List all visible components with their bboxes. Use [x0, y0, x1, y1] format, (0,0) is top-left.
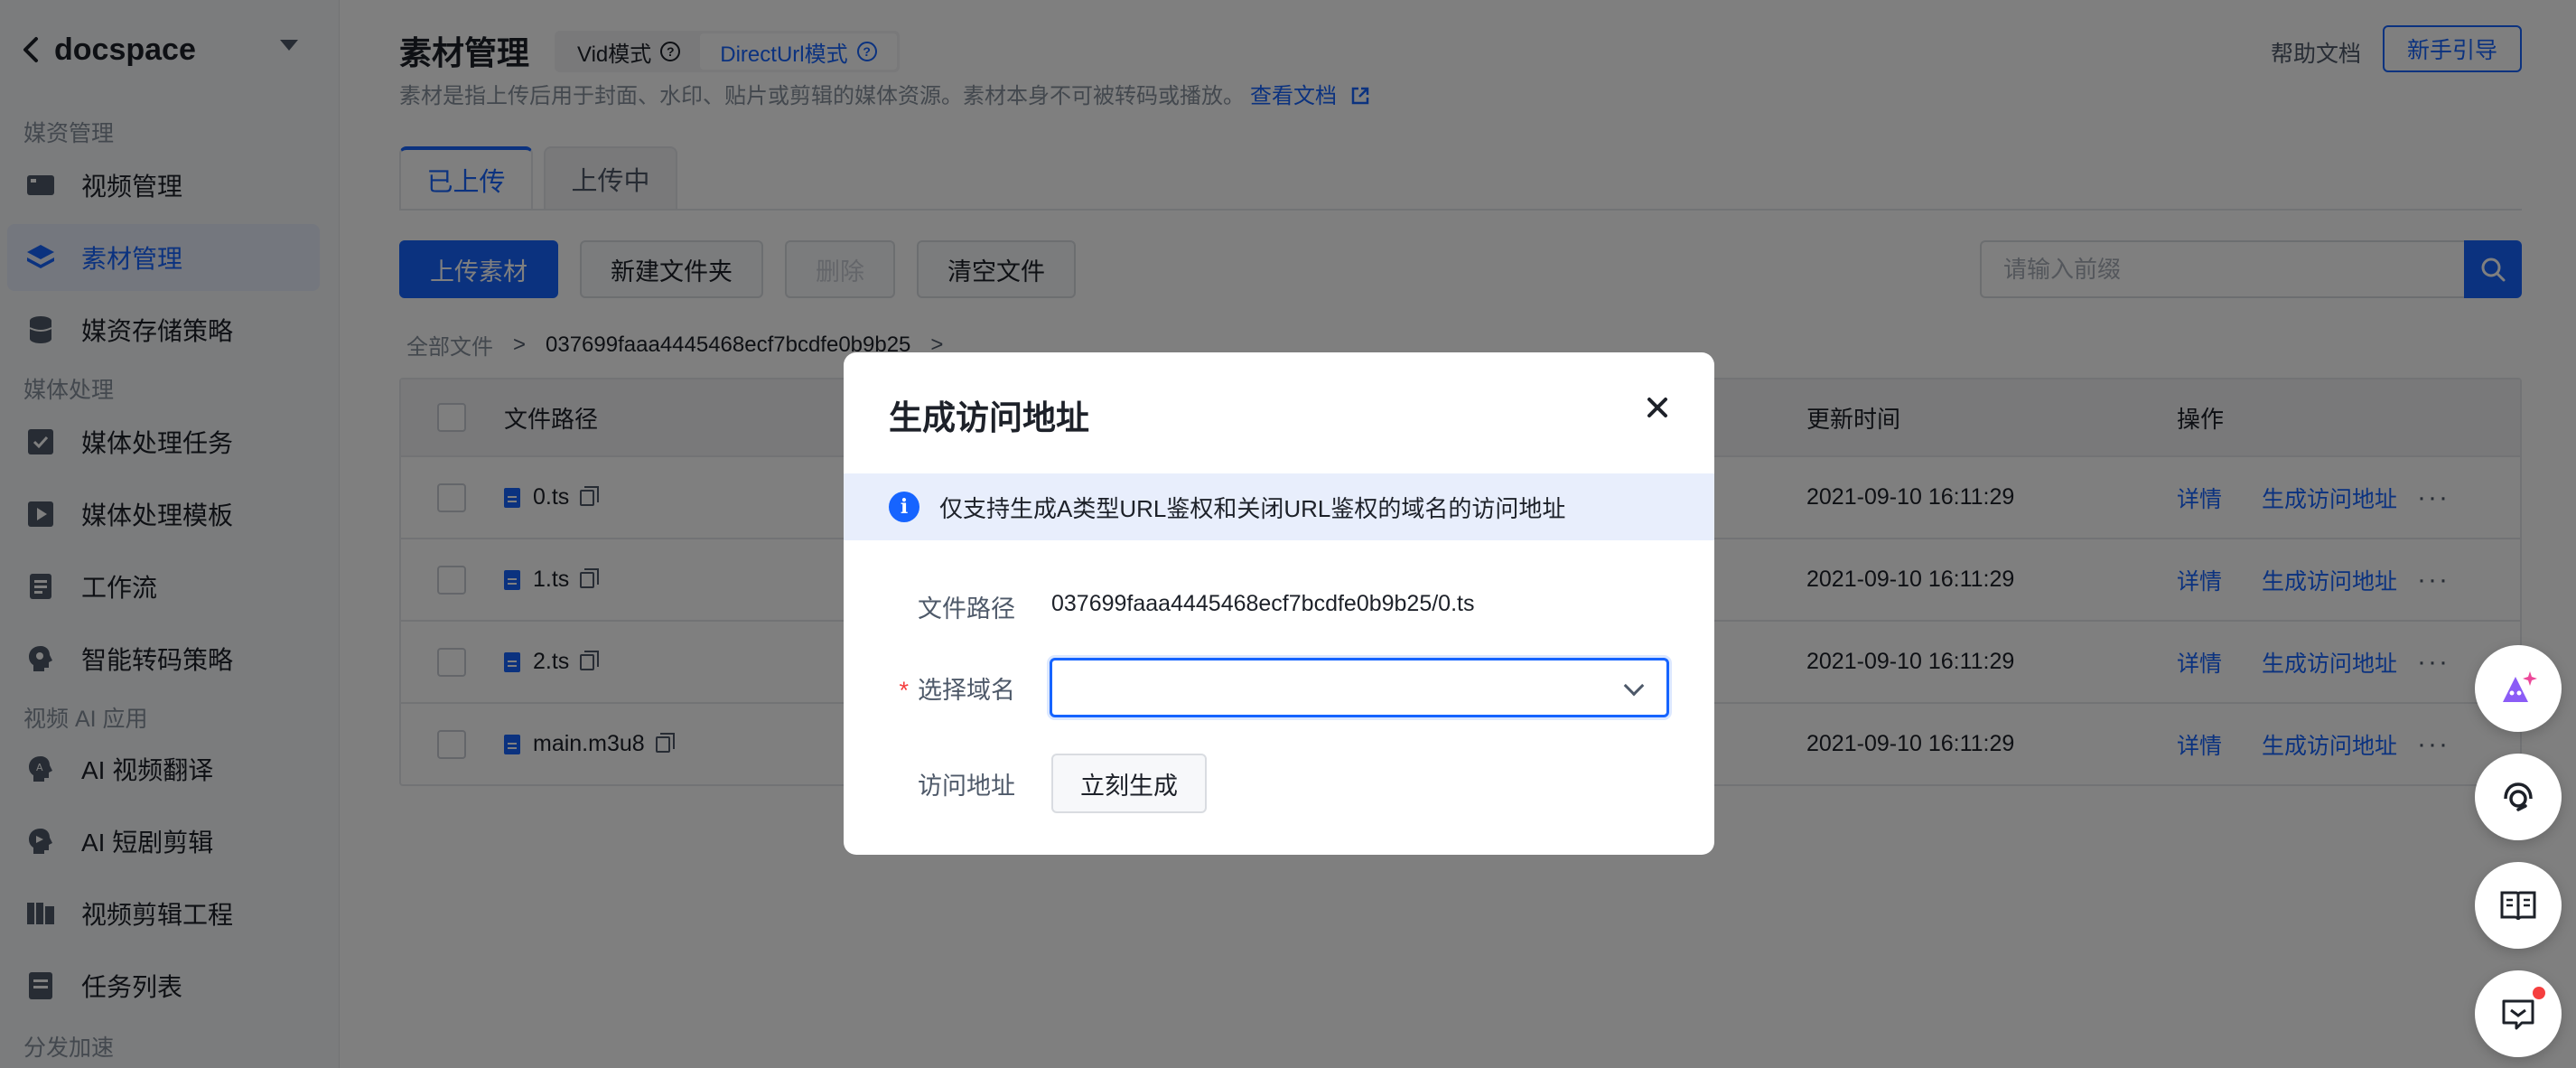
documentation-button[interactable]	[2475, 862, 2562, 949]
info-text: 仅支持生成A类型URL鉴权和关闭URL鉴权的域名的访问地址	[939, 494, 1566, 522]
generate-now-button[interactable]: 立刻生成	[1051, 754, 1207, 813]
message-icon	[2502, 999, 2534, 1030]
dialog-title: 生成访问地址	[889, 399, 1089, 436]
domain-label-text: 选择域名	[918, 677, 1015, 704]
close-icon[interactable]	[1642, 392, 1673, 423]
info-icon: i	[889, 492, 919, 522]
required-mark: *	[899, 677, 909, 704]
domain-label: * 选择域名	[844, 670, 1015, 706]
generate-url-dialog: 生成访问地址 i 仅支持生成A类型URL鉴权和关闭URL鉴权的域名的访问地址 文…	[844, 352, 1714, 855]
domain-select[interactable]	[1050, 658, 1669, 717]
chevron-down-icon	[1623, 675, 1645, 697]
book-icon	[2500, 891, 2536, 921]
notification-dot	[2533, 987, 2545, 999]
ai-sparkle-icon	[2503, 671, 2537, 702]
file-path-label: 文件路径	[918, 595, 1015, 623]
customer-service-button[interactable]	[2475, 754, 2562, 840]
headset-icon	[2504, 782, 2533, 811]
feedback-button[interactable]	[2475, 970, 2562, 1057]
file-path-value: 037699faaa4445468ecf7bcdfe0b9b25/0.ts	[1051, 591, 1475, 616]
info-banner: i 仅支持生成A类型URL鉴权和关闭URL鉴权的域名的访问地址	[844, 473, 1714, 540]
ai-assistant-button[interactable]	[2475, 645, 2562, 732]
access-url-label: 访问地址	[918, 773, 1015, 800]
